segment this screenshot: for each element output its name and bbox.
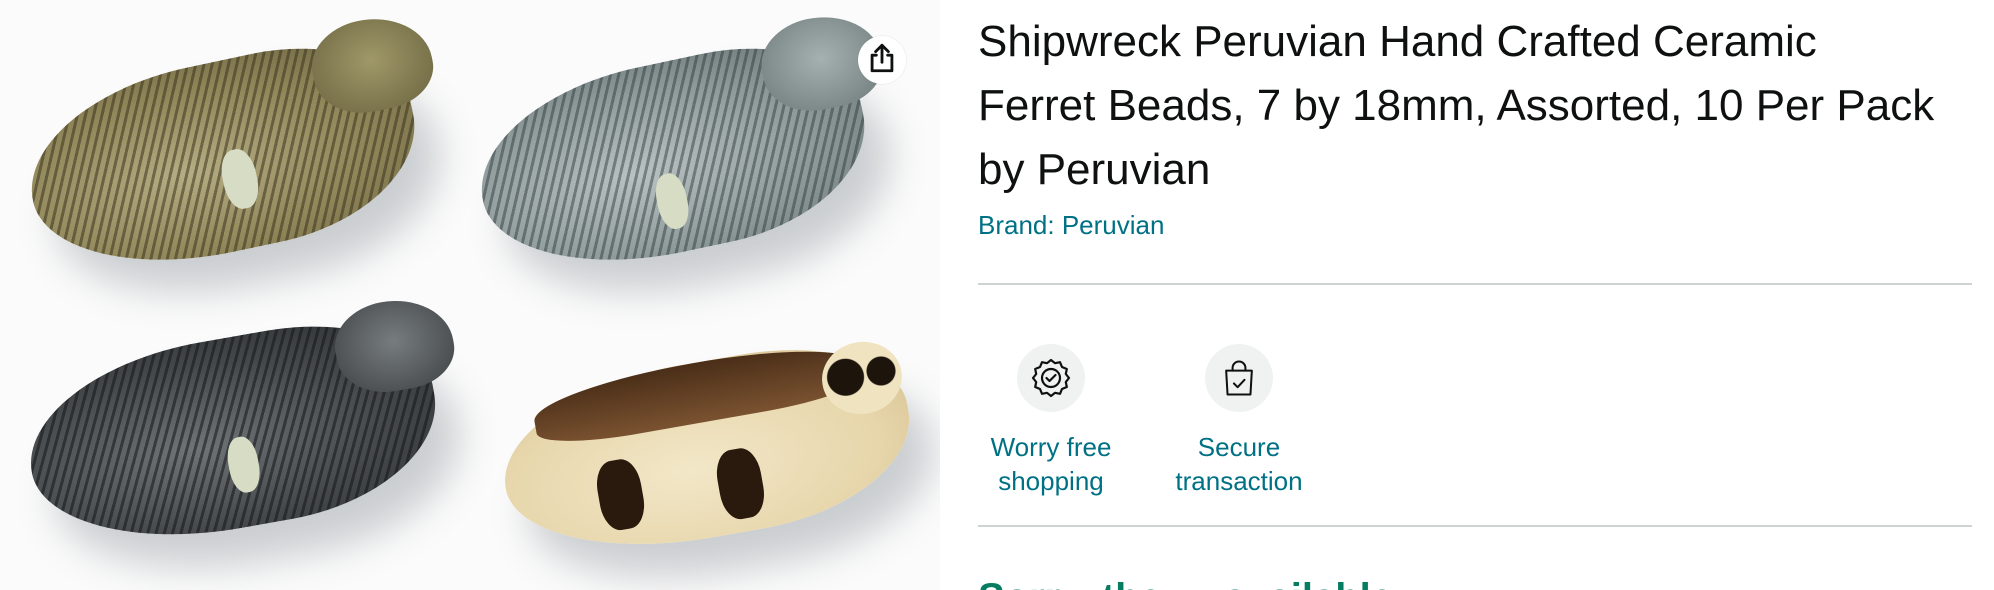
ferret-head: [303, 7, 441, 123]
ferret-leg-spot: [224, 434, 264, 495]
badge-secure-transaction[interactable]: Secure transaction: [1166, 344, 1312, 498]
product-page: Shipwreck Peruvian Hand Crafted Ceramic …: [0, 0, 1994, 590]
ferret-back-stripe: [529, 334, 865, 452]
divider: [978, 283, 1972, 285]
badge-label-line1: Worry free: [990, 432, 1112, 462]
product-title: Shipwreck Peruvian Hand Crafted Ceramic …: [978, 17, 1935, 194]
ferret-leg-spot: [651, 170, 693, 232]
ferret-bead-black: [14, 291, 461, 563]
ferret-bead-gray: [462, 5, 890, 291]
product-image[interactable]: [0, 0, 940, 590]
ferret-head: [328, 291, 461, 401]
share-button[interactable]: [858, 36, 906, 84]
badge-worry-free[interactable]: Worry free shopping: [978, 344, 1124, 498]
brand-link[interactable]: Brand: Peruvian: [978, 210, 1164, 241]
shopping-bag-check-icon: [1205, 344, 1273, 412]
ferret-bead-cream: [489, 327, 925, 572]
ferret-bead-olive: [12, 7, 441, 291]
product-info: Shipwreck Peruvian Hand Crafted Ceramic …: [978, 10, 1972, 241]
ferret-face-mask: [816, 335, 908, 421]
badge-label-line2: transaction: [1175, 466, 1303, 496]
ferret-leg: [592, 456, 649, 533]
badge-label-line1: Secure: [1197, 432, 1281, 462]
badge-check-icon: [1017, 344, 1085, 412]
ferret-leg-spot: [217, 146, 263, 212]
availability-heading: Sorry, the … available: [978, 578, 1393, 590]
badge-label-line2: shopping: [998, 466, 1104, 496]
share-icon: [865, 41, 899, 80]
ferret-leg: [712, 445, 769, 522]
trust-badges: Worry free shopping Secure transaction: [978, 344, 1312, 498]
divider: [978, 525, 1972, 527]
